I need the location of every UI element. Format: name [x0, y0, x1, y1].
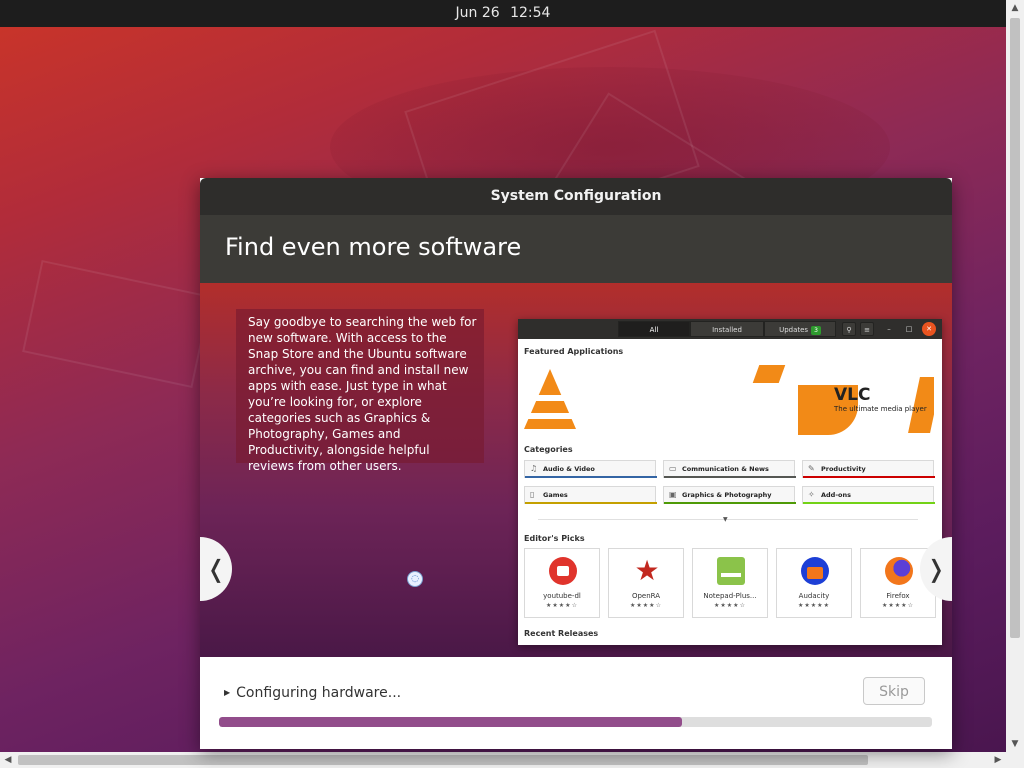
minimize-icon: – [887, 325, 891, 333]
scroll-left-icon[interactable]: ◀ [0, 752, 16, 768]
software-app-screenshot: All Installed Updates 3 ⚲ ≡ – □ ✕ Feature… [518, 319, 942, 645]
chat-icon: ▭ [669, 464, 677, 473]
banner-decoration [752, 365, 786, 383]
categories-label: Categories [524, 445, 573, 454]
updates-count-badge: 3 [811, 326, 821, 335]
top-panel: Jun 26 12:54 [0, 0, 1006, 27]
status-line[interactable]: ▶ Configuring hardware... [224, 685, 401, 701]
maximize-icon: □ [905, 325, 913, 333]
editors-picks: youtube-dl ★★★★☆ ★ OpenRA ★★★★☆ Notepad-… [524, 548, 936, 618]
rating-stars: ★★★★★ [798, 602, 830, 609]
slideshow: Say goodbye to searching the web for new… [200, 283, 952, 657]
slide-textbox: Say goodbye to searching the web for new… [236, 309, 484, 473]
cone-stripe [534, 395, 566, 401]
chevron-right-icon: ❭ [925, 555, 947, 583]
horizontal-scrollbar[interactable]: ◀ ▶ [0, 752, 1024, 768]
banner-tagline: The ultimate media player [834, 405, 927, 413]
software-tabs: All Installed Updates 3 [618, 321, 836, 337]
status-text: Configuring hardware... [236, 685, 402, 701]
featured-label: Featured Applications [524, 347, 624, 356]
openra-icon: ★ [634, 554, 660, 587]
system-configuration-dialog: System Configuration Find even more soft… [200, 178, 952, 749]
tab-updates: Updates 3 [764, 321, 836, 337]
software-headerbar: All Installed Updates 3 ⚲ ≡ – □ ✕ [518, 319, 942, 339]
vertical-scroll-thumb[interactable] [1010, 18, 1020, 638]
scroll-right-icon[interactable]: ▶ [990, 752, 1006, 768]
cone-stripe [528, 413, 572, 419]
rating-stars: ★★★★☆ [882, 602, 914, 609]
vertical-scrollbar[interactable]: ▲ ▼ [1006, 0, 1024, 752]
category-communication-news: ▭ Communication & News [663, 460, 796, 478]
chevron-left-icon: ❬ [205, 555, 227, 583]
tab-installed: Installed [690, 321, 764, 337]
banner-title: VLC [834, 385, 871, 405]
skip-button[interactable]: Skip [863, 677, 925, 705]
recent-releases-label: Recent Releases [524, 629, 599, 638]
app-tile-youtube-dl: youtube-dl ★★★★☆ [524, 548, 600, 618]
category-productivity: ✎ Productivity [802, 460, 935, 478]
previous-slide-button[interactable]: ❬ [200, 537, 232, 601]
menu-icon: ≡ [860, 322, 874, 336]
app-tile-audacity: Audacity ★★★★★ [776, 548, 852, 618]
dialog-title: System Configuration [200, 178, 952, 216]
loading-spinner-icon: ◌ [407, 571, 423, 587]
tab-updates-label: Updates [779, 326, 809, 334]
rating-stars: ★★★★☆ [630, 602, 662, 609]
gamepad-icon: ▯ [530, 490, 535, 499]
expand-categories-icon: ▼ [723, 516, 728, 523]
notepad-plus-icon [717, 557, 745, 585]
app-tile-notepad-plus: Notepad-Plus... ★★★★☆ [692, 548, 768, 618]
editors-picks-label: Editor's Picks [524, 534, 585, 543]
category-games: ▯ Games [524, 486, 657, 504]
rating-stars: ★★★★☆ [714, 602, 746, 609]
category-audio-video: ♫ Audio & Video [524, 460, 657, 478]
progress-area: ▶ Configuring hardware... Skip [200, 657, 952, 749]
close-icon: ✕ [922, 322, 936, 336]
tab-all: All [618, 321, 690, 337]
slide-heading: Find even more software [225, 233, 522, 261]
install-progress-bar [219, 717, 932, 727]
pencil-icon: ✎ [808, 464, 815, 473]
youtube-dl-icon [549, 557, 577, 585]
progress-fill [219, 717, 683, 727]
separator [538, 519, 918, 520]
expand-details-icon[interactable]: ▶ [224, 688, 230, 697]
rating-stars: ★★★★☆ [546, 602, 578, 609]
music-note-icon: ♫ [530, 464, 538, 473]
featured-banner: VLC The ultimate media player [524, 363, 934, 435]
scroll-up-icon[interactable]: ▲ [1006, 0, 1024, 16]
date-label[interactable]: Jun 26 [456, 5, 500, 21]
wallpaper-shape [22, 259, 212, 389]
slide-header: Find even more software [200, 215, 952, 283]
clock-label[interactable]: 12:54 [510, 5, 550, 21]
audacity-icon [801, 557, 829, 585]
horizontal-scroll-thumb[interactable] [18, 755, 868, 765]
category-add-ons: ✧ Add-ons [802, 486, 935, 504]
image-icon: ▣ [669, 490, 677, 499]
slide-description: Say goodbye to searching the web for new… [248, 315, 477, 473]
firefox-icon [885, 557, 913, 585]
app-tile-openra: ★ OpenRA ★★★★☆ [608, 548, 684, 618]
scroll-down-icon[interactable]: ▼ [1006, 736, 1024, 752]
search-icon: ⚲ [842, 322, 856, 336]
category-graphics-photography: ▣ Graphics & Photography [663, 486, 796, 504]
puzzle-icon: ✧ [808, 490, 815, 499]
